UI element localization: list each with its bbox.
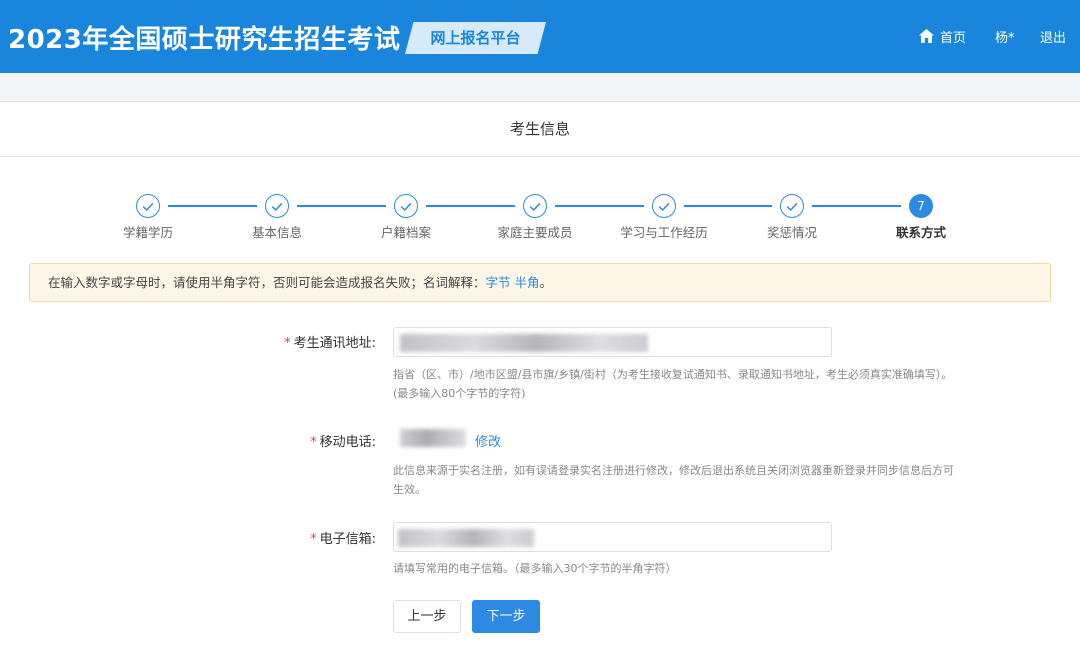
step-connector xyxy=(297,205,386,207)
email-label-row: * 电子信箱: xyxy=(176,528,376,547)
step-number: 7 xyxy=(917,199,925,213)
address-hint-line2: (最多输入80个字节的字符) xyxy=(393,387,526,400)
email-label: 电子信箱: xyxy=(319,532,376,547)
alert-notice: 在输入数字或字母时，请使用半角字符，否则可能会造成报名失败；名词解释：字节 半角… xyxy=(29,263,1051,302)
required-mark: * xyxy=(310,435,317,450)
address-hint: 指省（区、市）/地市区盟/县市旗/乡镇/街村（为考生接收复试通知书、录取通知书地… xyxy=(393,365,952,403)
form-card: 考生信息 学籍学历 基本信息 户籍档案 家庭主要成员 学习与工作经历 奖惩情况 7 联系方式 … xyxy=(0,101,1080,656)
address-label-row: * 考生通讯地址: xyxy=(176,332,376,351)
check-icon xyxy=(142,197,154,216)
nav-logout-link[interactable]: 退出 xyxy=(1040,27,1066,46)
email-hint: 请填写常用的电子信箱。（最多输入30个字节的半角字符） xyxy=(393,562,677,575)
phone-hint-line2: 生效。 xyxy=(393,483,426,496)
check-icon xyxy=(786,197,798,216)
phone-redacted-value xyxy=(400,429,466,447)
email-redacted-value xyxy=(398,529,534,547)
step-7-label: 联系方式 xyxy=(895,225,946,240)
top-header: 2023年全国硕士研究生招生考试 网上报名平台 首页 杨* 退出 xyxy=(0,0,1080,73)
alert-end: 。 xyxy=(539,275,553,290)
step-5-indicator xyxy=(652,194,676,218)
alert-link-byte[interactable]: 字节 xyxy=(486,275,511,290)
step-connector xyxy=(812,205,901,207)
check-icon xyxy=(529,197,541,216)
phone-edit-link[interactable]: 修改 xyxy=(475,431,501,450)
phone-hint: 此信息来源于实名注册，如有误请登录实名注册进行修改，修改后退出系统且关闭浏览器重… xyxy=(393,461,954,499)
required-mark: * xyxy=(284,336,291,351)
platform-label: 网上报名平台 xyxy=(430,29,521,47)
step-connector xyxy=(426,205,515,207)
step-connector xyxy=(168,205,257,207)
step-3-indicator xyxy=(394,194,418,218)
next-step-button[interactable]: 下一步 xyxy=(472,600,540,633)
nav-user[interactable]: 杨* xyxy=(995,27,1015,46)
step-4-indicator xyxy=(523,194,547,218)
nav-home-link[interactable]: 首页 xyxy=(918,26,966,46)
email-input[interactable] xyxy=(393,522,832,552)
step-connector xyxy=(555,205,644,207)
step-1-label: 学籍学历 xyxy=(122,225,173,240)
address-input[interactable] xyxy=(393,327,832,357)
step-connector xyxy=(684,205,772,207)
step-5-label: 学习与工作经历 xyxy=(620,225,708,240)
step-6-label: 奖惩情况 xyxy=(766,225,817,240)
step-6-indicator xyxy=(780,194,804,218)
step-7-indicator: 7 xyxy=(909,194,933,218)
step-1-indicator xyxy=(136,194,160,218)
step-3-label: 户籍档案 xyxy=(380,225,431,240)
address-hint-line1: 指省（区、市）/地市区盟/县市旗/乡镇/街村（为考生接收复试通知书、录取通知书地… xyxy=(393,368,953,381)
home-icon xyxy=(918,28,935,44)
prev-step-button[interactable]: 上一步 xyxy=(393,600,461,633)
phone-label: 移动电话: xyxy=(319,435,376,450)
step-2-label: 基本信息 xyxy=(251,225,302,240)
address-redacted-value xyxy=(400,334,648,352)
required-mark: * xyxy=(310,532,317,547)
check-icon xyxy=(400,197,412,216)
alert-text: 在输入数字或字母时，请使用半角字符，否则可能会造成报名失败；名词解释： xyxy=(48,275,486,290)
step-2-indicator xyxy=(265,194,289,218)
address-label: 考生通讯地址: xyxy=(293,336,376,351)
check-icon xyxy=(271,197,283,216)
phone-hint-line1: 此信息来源于实名注册，如有误请登录实名注册进行修改，修改后退出系统且关闭浏览器重… xyxy=(393,464,954,477)
check-icon xyxy=(658,197,670,216)
phone-label-row: * 移动电话: xyxy=(176,431,376,450)
site-title: 2023年全国硕士研究生招生考试 xyxy=(8,25,401,55)
nav-home-label: 首页 xyxy=(940,30,967,46)
step-4-label: 家庭主要成员 xyxy=(497,225,573,240)
alert-link-halfwidth[interactable]: 半角 xyxy=(515,275,540,290)
card-title: 考生信息 xyxy=(0,102,1080,157)
